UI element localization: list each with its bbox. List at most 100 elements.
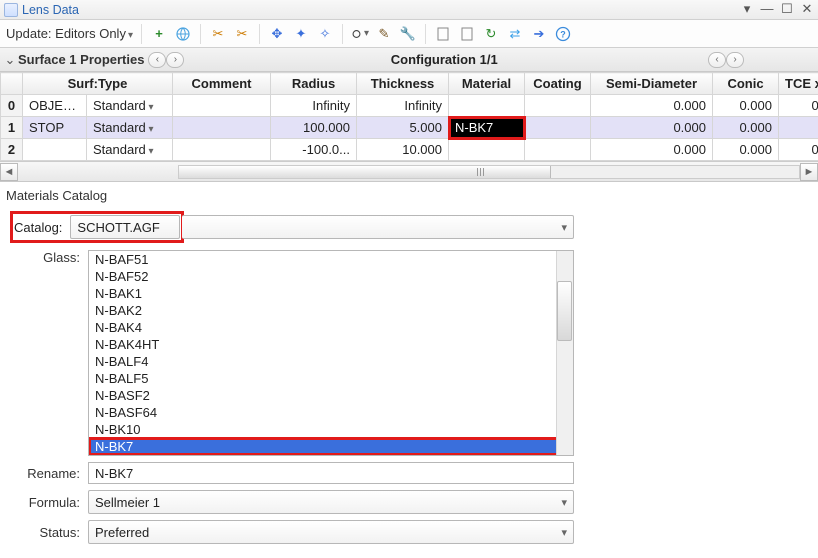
list-item[interactable]: N-BAF51 (89, 251, 573, 268)
hdr-material[interactable]: Material (449, 73, 525, 95)
close-button[interactable]: ✕ (800, 3, 814, 17)
hdr-comment[interactable]: Comment (173, 73, 271, 95)
brush-icon[interactable]: ✎ (375, 25, 393, 43)
row1-comment[interactable] (173, 117, 271, 139)
properties-bar: ⌄ Surface 1 Properties ‹ › Configuration… (0, 48, 818, 72)
row1-label[interactable]: STOP (23, 117, 87, 139)
row1-coating[interactable] (525, 117, 591, 139)
row2-tce[interactable]: 0.000 (779, 139, 818, 161)
rename-field[interactable]: N-BK7 (88, 462, 574, 484)
row2-material[interactable] (449, 139, 525, 161)
list-item-selected[interactable]: N-BK7 (89, 438, 573, 455)
scroll-left-button[interactable]: ◄ (0, 163, 18, 181)
row0-semidiam[interactable]: 0.000 (591, 95, 713, 117)
hdr-idx[interactable] (1, 73, 23, 95)
row1-conic[interactable]: 0.000 (713, 117, 779, 139)
row2-semidiam[interactable]: 0.000 (591, 139, 713, 161)
row2-coating[interactable] (525, 139, 591, 161)
formula-dropdown[interactable]: Sellmeier 1 ▾ (88, 490, 574, 514)
target-icon[interactable]: ✧ (316, 25, 334, 43)
row2-type[interactable]: Standard (87, 139, 173, 161)
list-item[interactable]: N-BAK4 (89, 319, 573, 336)
refresh-icon[interactable]: ↻ (482, 25, 500, 43)
row0-radius[interactable]: Infinity (271, 95, 357, 117)
globe-icon[interactable] (174, 25, 192, 43)
row1-radius[interactable]: 100.000 (271, 117, 357, 139)
row2-comment[interactable] (173, 139, 271, 161)
row0-tce[interactable]: 0.000 (779, 95, 818, 117)
list-item[interactable]: N-BAK4HT (89, 336, 573, 353)
row1-thickness[interactable]: 5.000 (357, 117, 449, 139)
row2-radius[interactable]: -100.0... (271, 139, 357, 161)
vertical-scrollbar[interactable] (556, 251, 573, 455)
horizontal-scrollbar[interactable]: ◄ ► (0, 161, 818, 181)
anchor-icon[interactable]: ✥ (268, 25, 286, 43)
swap-icon[interactable]: ⇄ (506, 25, 524, 43)
next-config-button[interactable]: › (726, 52, 744, 68)
add-icon[interactable]: + (150, 25, 168, 43)
row0-coating[interactable] (525, 95, 591, 117)
row1-tce[interactable]: - (779, 117, 818, 139)
list-item[interactable]: N-BAK2 (89, 302, 573, 319)
row0-material[interactable] (449, 95, 525, 117)
scroll-thumb[interactable] (179, 166, 551, 178)
row1-semidiam[interactable]: 0.000 (591, 117, 713, 139)
scissors-icon[interactable]: ✂ (209, 25, 227, 43)
hdr-tce[interactable]: TCE x 1E- (779, 73, 818, 95)
next-surface-button[interactable]: › (166, 52, 184, 68)
list-item[interactable]: N-BASF2 (89, 387, 573, 404)
minimize-button[interactable]: — (760, 3, 774, 17)
prev-config-button[interactable]: ‹ (708, 52, 726, 68)
row1-material[interactable]: N-BK7 (449, 117, 525, 139)
prev-surface-button[interactable]: ‹ (148, 52, 166, 68)
row0-label[interactable]: OBJECT (23, 95, 87, 117)
expand-button[interactable]: ⌄ (4, 52, 16, 68)
scroll-thumb[interactable] (557, 281, 572, 341)
hdr-radius[interactable]: Radius (271, 73, 357, 95)
list-item[interactable]: N-BK10 (89, 421, 573, 438)
row0-thickness[interactable]: Infinity (357, 95, 449, 117)
table-row[interactable]: 2 Standard -100.0... 10.000 0.000 0.000 … (1, 139, 818, 161)
scroll-right-button[interactable]: ► (800, 163, 818, 181)
row0-idx[interactable]: 0 (1, 95, 23, 117)
table-row[interactable]: 0 OBJECT Standard Infinity Infinity 0.00… (1, 95, 818, 117)
wrench-icon[interactable]: 🔧 (399, 25, 417, 43)
list-item[interactable]: N-BAK1 (89, 285, 573, 302)
catalog-dropdown[interactable]: ▾ (182, 215, 574, 239)
scissors2-icon[interactable]: ✂ (233, 25, 251, 43)
list-item[interactable]: N-BAF52 (89, 268, 573, 285)
row2-label[interactable] (23, 139, 87, 161)
list-item[interactable]: N-BASF64 (89, 404, 573, 421)
materials-catalog-title: Materials Catalog (0, 184, 580, 207)
scroll-track[interactable] (178, 165, 800, 179)
help-icon[interactable]: ? (554, 25, 572, 43)
status-dropdown[interactable]: Preferred ▾ (88, 520, 574, 544)
update-mode[interactable]: Update: Editors Only▾ (6, 26, 133, 41)
go-icon[interactable]: ➔ (530, 25, 548, 43)
row1-idx[interactable]: 1 (1, 117, 23, 139)
row0-comment[interactable] (173, 95, 271, 117)
axis-icon[interactable]: ✦ (292, 25, 310, 43)
glass-listbox[interactable]: N-BAF51 N-BAF52 N-BAK1 N-BAK2 N-BAK4 N-B… (88, 250, 574, 456)
hdr-conic[interactable]: Conic (713, 73, 779, 95)
row2-thickness[interactable]: 10.000 (357, 139, 449, 161)
row0-type[interactable]: Standard (87, 95, 173, 117)
hdr-semidiameter[interactable]: Semi-Diameter (591, 73, 713, 95)
hdr-coating[interactable]: Coating (525, 73, 591, 95)
rename-label: Rename: (18, 466, 80, 481)
dropdown-icon[interactable]: ▾ (740, 3, 754, 17)
list-item[interactable]: N-BALF5 (89, 370, 573, 387)
hdr-surftype[interactable]: Surf:Type (23, 73, 173, 95)
catalog-dropdown-selected[interactable]: SCHOTT.AGF (70, 215, 180, 239)
row0-conic[interactable]: 0.000 (713, 95, 779, 117)
circle-select-icon[interactable]: ▾ (351, 25, 369, 43)
maximize-button[interactable]: ☐ (780, 3, 794, 17)
row1-type[interactable]: Standard (87, 117, 173, 139)
doc1-icon[interactable] (434, 25, 452, 43)
list-item[interactable]: N-BALF4 (89, 353, 573, 370)
row2-conic[interactable]: 0.000 (713, 139, 779, 161)
hdr-thickness[interactable]: Thickness (357, 73, 449, 95)
doc2-icon[interactable] (458, 25, 476, 43)
table-row[interactable]: 1 STOP Standard 100.000 5.000 N-BK7 0.00… (1, 117, 818, 139)
row2-idx[interactable]: 2 (1, 139, 23, 161)
